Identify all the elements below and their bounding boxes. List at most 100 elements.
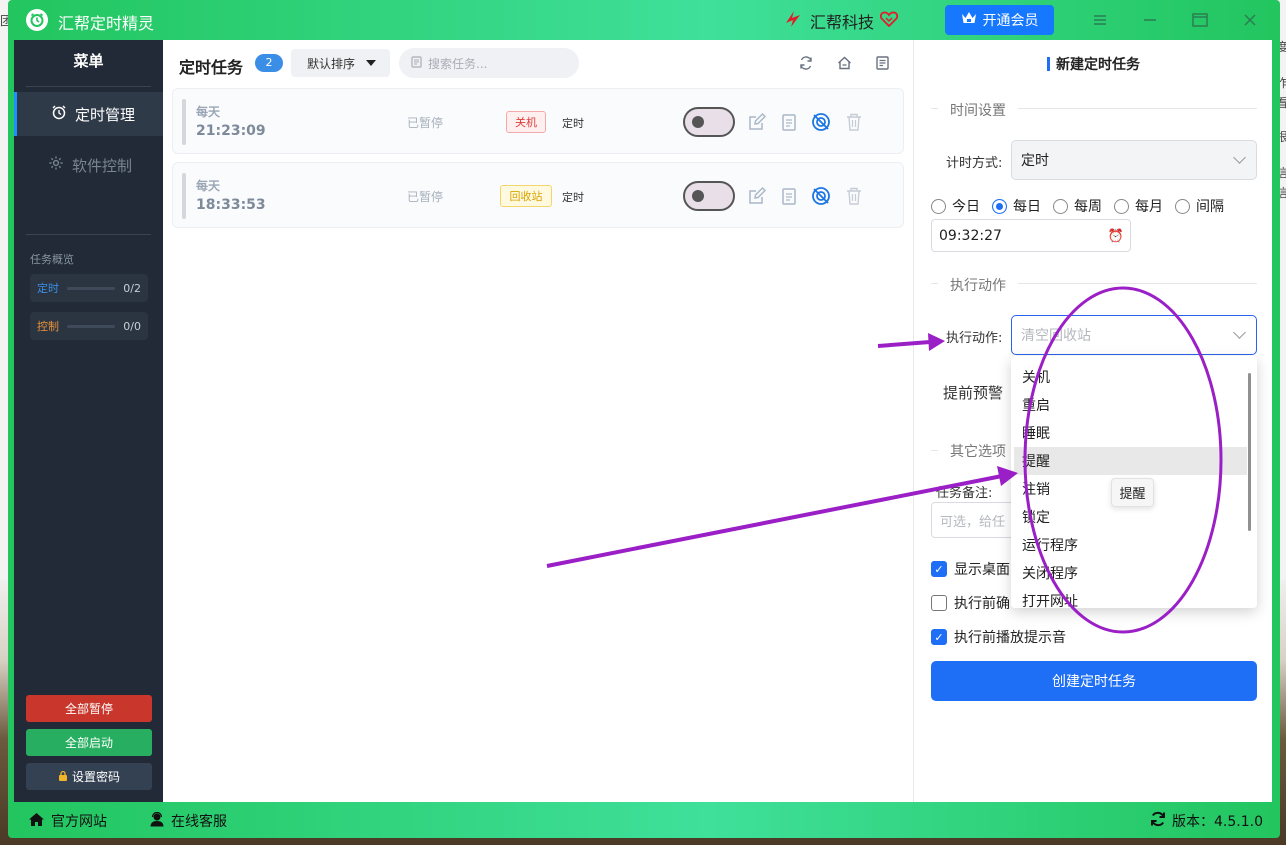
alarm-clock-icon [51, 104, 67, 124]
dropdown-option-restart[interactable]: 重启 [1014, 391, 1247, 419]
checkbox-play-sound[interactable]: ✓ 执行前播放提示音 [931, 627, 1066, 647]
radio-label: 今日 [952, 199, 980, 215]
pause-all-button[interactable]: 全部暂停 [26, 695, 152, 722]
nav-software-control[interactable]: 软件控制 [14, 143, 163, 187]
task-type: 定时 [562, 191, 584, 204]
sidebar-divider [26, 86, 151, 87]
app-title: 汇帮定时精灵 [58, 14, 155, 33]
title-bar[interactable]: 汇帮定时精灵 汇帮科技 开通会员 [8, 0, 1280, 40]
dropdown-option-sleep[interactable]: 睡眠 [1014, 419, 1247, 447]
log-icon[interactable] [873, 54, 891, 72]
sort-select[interactable]: 默认排序 [291, 49, 390, 77]
create-task-button[interactable]: 创建定时任务 [931, 661, 1257, 701]
dropdown-scrollbar[interactable] [1248, 373, 1251, 531]
time-value: 09:32:27 [939, 227, 1002, 244]
radio-today[interactable]: 今日 [931, 196, 980, 216]
copy-icon[interactable] [778, 185, 800, 207]
radio-circle [931, 198, 946, 214]
set-password-button[interactable]: 设置密码 [26, 763, 152, 790]
alarm-clock-icon[interactable]: ⏰ [1108, 229, 1124, 244]
set-password-label: 设置密码 [71, 770, 120, 784]
brand-link[interactable]: 汇帮科技 [782, 9, 899, 33]
dropdown-option-lock[interactable]: 锁定 [1014, 503, 1247, 531]
status-bar: 官方网站 在线客服 版本：4.5.1.0 [8, 802, 1280, 838]
copy-icon[interactable] [778, 111, 800, 133]
timing-mode-label: 计时方式: [946, 156, 1003, 171]
disable-icon[interactable] [810, 185, 832, 207]
overview-timer: 定时 0/2 [30, 274, 148, 302]
note-placeholder: 可选，给任 [940, 514, 1006, 530]
overview-control-label: 控制 [37, 320, 59, 333]
vip-label: 开通会员 [982, 13, 1039, 29]
dropdown-option-reminder[interactable]: 提醒 [1014, 447, 1247, 475]
refresh-icon[interactable] [797, 54, 815, 72]
menu-icon[interactable] [1089, 10, 1111, 30]
task-action-tag: 关机 [506, 111, 546, 133]
online-support-link[interactable]: 在线客服 [149, 811, 227, 831]
checkbox-box: ✓ [931, 561, 947, 577]
radio-label: 每月 [1135, 199, 1163, 215]
task-card[interactable]: 每天 18:33:53 已暂停 回收站 定时 [172, 162, 904, 228]
task-toggle[interactable] [683, 107, 735, 137]
overview-timer-value: 0/2 [123, 281, 141, 295]
radio-label: 每日 [1013, 199, 1041, 215]
overview-timer-progress [67, 286, 116, 290]
radio-monthly[interactable]: 每月 [1114, 196, 1163, 216]
action-label: 执行动作: [946, 331, 1003, 346]
edit-icon[interactable] [746, 111, 768, 133]
disable-icon[interactable] [810, 111, 832, 133]
sort-label: 默认排序 [307, 56, 356, 71]
checkbox-confirm-before[interactable]: 执行前确 [931, 593, 1010, 613]
task-card[interactable]: 每天 21:23:09 已暂停 关机 定时 [172, 88, 904, 154]
other-section-title: 其它选项 [938, 441, 1018, 461]
dropdown-option-run-program[interactable]: 运行程序 [1014, 531, 1247, 559]
dropdown-option-close-program[interactable]: 关闭程序 [1014, 559, 1247, 587]
minimize-icon[interactable] [1139, 10, 1161, 30]
vip-button[interactable]: 开通会员 [945, 5, 1054, 35]
action-value: 清空回收站 [1021, 328, 1091, 344]
task-time: 21:23:09 [196, 123, 266, 139]
sync-icon [1150, 811, 1166, 831]
official-website-link[interactable]: 官方网站 [28, 811, 107, 831]
chevron-down-icon [1233, 326, 1246, 339]
gear-icon [48, 155, 64, 175]
task-toggle[interactable] [683, 181, 735, 211]
action-section-title: 执行动作 [938, 275, 1018, 295]
task-time: 18:33:53 [196, 197, 266, 213]
time-input[interactable]: 09:32:27 ⏰ [931, 219, 1131, 252]
radio-interval[interactable]: 间隔 [1175, 196, 1224, 216]
checkbox-box: ✓ [931, 629, 947, 645]
brand-logo-icon [782, 9, 804, 33]
caret-down-icon [366, 60, 376, 66]
home-icon[interactable] [835, 54, 853, 72]
radio-circle [1175, 198, 1190, 214]
dropdown-option-shutdown[interactable]: 关机 [1014, 363, 1247, 391]
radio-circle [992, 198, 1007, 214]
search-doc-icon [411, 55, 422, 71]
dropdown-option-open-url[interactable]: 打开网址 [1014, 587, 1247, 608]
app-logo-icon [26, 9, 48, 31]
radio-weekly[interactable]: 每周 [1053, 196, 1102, 216]
home-icon [28, 812, 45, 831]
action-select[interactable]: 清空回收站 [1011, 315, 1257, 355]
delete-icon[interactable] [843, 111, 865, 133]
nav-timer-management[interactable]: 定时管理 [14, 92, 163, 136]
timing-mode-value: 定时 [1021, 153, 1049, 169]
maximize-icon[interactable] [1189, 10, 1211, 30]
edit-icon[interactable] [746, 185, 768, 207]
checkbox-show-desktop[interactable]: ✓ 显示桌面 [931, 559, 1010, 579]
start-all-button[interactable]: 全部启动 [26, 729, 152, 756]
search-input[interactable]: 搜索任务... [399, 48, 579, 78]
close-icon[interactable] [1239, 10, 1261, 30]
delete-icon[interactable] [843, 185, 865, 207]
checkbox-label: 执行前播放提示音 [954, 630, 1066, 646]
sidebar-divider [26, 234, 151, 235]
timing-mode-select[interactable]: 定时 [1011, 140, 1257, 180]
heart-icon [879, 11, 899, 31]
radio-daily[interactable]: 每日 [992, 196, 1041, 216]
note-label: 任务备注: [936, 486, 993, 501]
task-frequency: 每天 [196, 179, 221, 193]
crown-icon [961, 11, 977, 29]
task-list-title: 定时任务 [179, 58, 244, 77]
sidebar: 菜单 定时管理 软件控制 任务概览 定时 0/2 控制 0/0 全部暂停 全部启… [14, 40, 163, 802]
